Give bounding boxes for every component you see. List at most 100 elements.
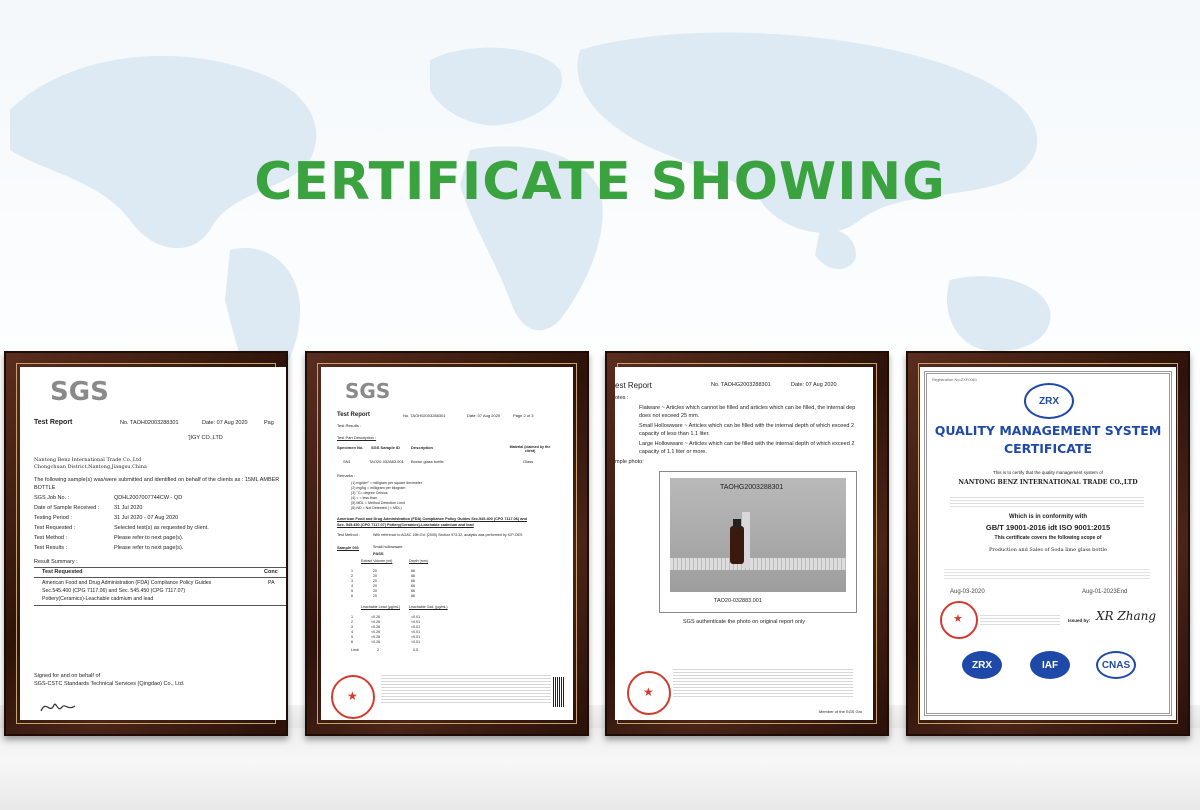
table-cell: 66	[411, 589, 415, 593]
note-text: Large Hollowware ~ Articles which can be…	[639, 441, 855, 447]
table-row: 2	[351, 620, 353, 624]
registration-number: Registration No:ZXF0061	[932, 377, 978, 382]
table-head-test: Test Requested	[42, 569, 83, 575]
seal-text: ZRX	[972, 659, 992, 671]
report-number: No. TAOHG2003288301	[711, 382, 771, 388]
report-title: Test Report	[337, 412, 370, 418]
certificate-frame-2[interactable]: SGS Test Report No. TAOH02003288301 Date…	[305, 351, 589, 736]
table-row: 1	[351, 569, 353, 573]
address-fine-print	[950, 495, 1144, 509]
limit-cadmium: 0.5	[413, 648, 418, 652]
seal-text: IAF	[1041, 659, 1059, 671]
row-specimen: SN1	[343, 459, 351, 464]
certificate-paper-1: SGS Test Report No. TAOH02003288301 Date…	[20, 367, 286, 720]
address-line-2: Chongchuan District,Nantong,Jiangsu,Chin…	[34, 464, 147, 470]
issued-by-label: Issued by:	[1068, 618, 1091, 623]
table-cell: <0.26	[371, 640, 381, 644]
zrx-seal: ZRX	[962, 651, 1002, 679]
conformity-label: Which is in conformity with	[1009, 514, 1087, 520]
field-value: Please refer to next page(s).	[114, 535, 184, 541]
remark-item: (4) < = less than	[351, 496, 377, 500]
table-row: 6	[351, 594, 353, 598]
col-depth: Depth (mm)	[409, 559, 428, 563]
col-specimen: Specimen No.	[337, 445, 364, 450]
table-rule	[34, 605, 286, 606]
authenticate-note: SGS authenticate the photo on original r…	[683, 619, 805, 625]
report-page: Pag	[264, 420, 274, 426]
table-cell: 20	[373, 579, 377, 583]
table-head-conclusion: Conc	[264, 569, 278, 575]
bottle-cap	[733, 519, 741, 527]
note-text: Small Hollowware ~ Articles which can be…	[639, 423, 855, 429]
sample-label: Sample 001	[337, 545, 360, 550]
row-material: Glass	[523, 459, 534, 464]
certificate-frame-4[interactable]: Registration No:ZXF0061 ZRX QUALITY MANA…	[906, 351, 1190, 736]
signed-line-1: Signed for and on behalf of	[34, 673, 101, 679]
photo-label: mple photo:	[615, 459, 644, 465]
sample-photo-box: TAOHG2003288301 TAO20-032883.001	[659, 471, 857, 613]
certificate-paper-2: SGS Test Report No. TAOH02003288301 Date…	[321, 367, 573, 720]
certificate-frame-3[interactable]: est Report No. TAOHG2003288301 Date: 07 …	[605, 351, 889, 736]
cnas-seal: CNAS	[1096, 651, 1136, 679]
table-cell: <0.26	[371, 620, 381, 624]
table-row: 4	[351, 584, 353, 588]
photo-caption: TAO20-032883.001	[714, 598, 762, 604]
sample-type: Small hollowware	[373, 545, 403, 549]
table-cell: <0.01	[411, 635, 421, 639]
report-date: Date: 07 Aug 2020	[202, 420, 248, 426]
row-description: Brown glass bottle	[411, 459, 444, 464]
fine-print-block	[673, 667, 853, 699]
report-date: Date: 07 Aug 2020	[467, 413, 501, 418]
method-label: Test Method :	[337, 533, 360, 537]
field-value: 31 Jul 2020	[114, 505, 143, 511]
table-cell: <0.26	[371, 615, 381, 619]
zrx-logo: ZRX	[1024, 383, 1074, 419]
table-cell: 66	[411, 579, 415, 583]
table-cell: <0.01	[411, 625, 421, 629]
validity-fine-print	[944, 567, 1150, 581]
certificate-paper-4: Registration No:ZXF0061 ZRX QUALITY MANA…	[920, 367, 1176, 720]
table-row: 6	[351, 640, 353, 644]
note-text: capacity of 1.1 liter or more.	[639, 449, 707, 455]
field-label: SGS Job No. :	[34, 495, 70, 501]
sample-photo: TAOHG2003288301	[670, 478, 846, 592]
table-cell: <0.26	[371, 625, 381, 629]
star-icon: ★	[643, 685, 654, 699]
star-icon: ★	[953, 613, 963, 625]
table-cell: 20	[373, 584, 377, 588]
seal-text: CNAS	[1101, 659, 1131, 671]
red-seal-stamp: ★	[940, 601, 978, 639]
table-cell: American Food and Drug Administration (F…	[42, 580, 212, 586]
table-cell: Sec.545.400 (CPG 7117.06) and Sec. 545.4…	[42, 588, 186, 594]
table-cell: 20	[373, 589, 377, 593]
amber-bottle	[730, 519, 744, 564]
fine-print-block	[381, 673, 551, 703]
certificate-frame-1[interactable]: SGS Test Report No. TAOH02003288301 Date…	[4, 351, 288, 736]
col-material: Material (claimed by the client)	[509, 445, 551, 453]
table-row: 2	[351, 574, 353, 578]
table-row: 1	[351, 615, 353, 619]
field-label: Testing Period :	[34, 515, 72, 521]
sample-line-2: BOTTLE	[34, 485, 56, 491]
fda-line-1: American Food and Drug Administration (F…	[337, 517, 527, 521]
certificate-paper-3: est Report No. TAOHG2003288301 Date: 07 …	[615, 367, 873, 720]
sample-line-1: The following sample(s) was/were submitt…	[34, 477, 280, 483]
table-row: 3	[351, 625, 353, 629]
remark-item: (6) ND = Not Detected ( < MDL)	[351, 506, 402, 510]
table-rule	[34, 577, 286, 578]
field-value: QDHL2007007744CW - QD	[114, 495, 183, 501]
report-number: No. TAOH02003288301	[120, 420, 179, 426]
ruler	[670, 558, 846, 570]
report-date: Date: 07 Aug 2020	[791, 382, 837, 388]
field-label: Test Method :	[34, 535, 68, 541]
table-cell: <0.01	[411, 630, 421, 634]
certificate-subtitle: CERTIFICATE	[1003, 441, 1093, 456]
remark-item: (5) MDL = Method Detection Limit	[351, 501, 405, 505]
table-row: 5	[351, 635, 353, 639]
pass-result: PASS	[373, 551, 384, 556]
table-row: 5	[351, 589, 353, 593]
scope-text: Production and Sales of Soda lime glass …	[989, 547, 1107, 553]
company-name: NANTONG BENZ INTERNATIONAL TRADE CO.,LTD	[958, 479, 1138, 486]
table-row: 3	[351, 579, 353, 583]
col-extract: Extract Volume (ml)	[361, 559, 393, 563]
